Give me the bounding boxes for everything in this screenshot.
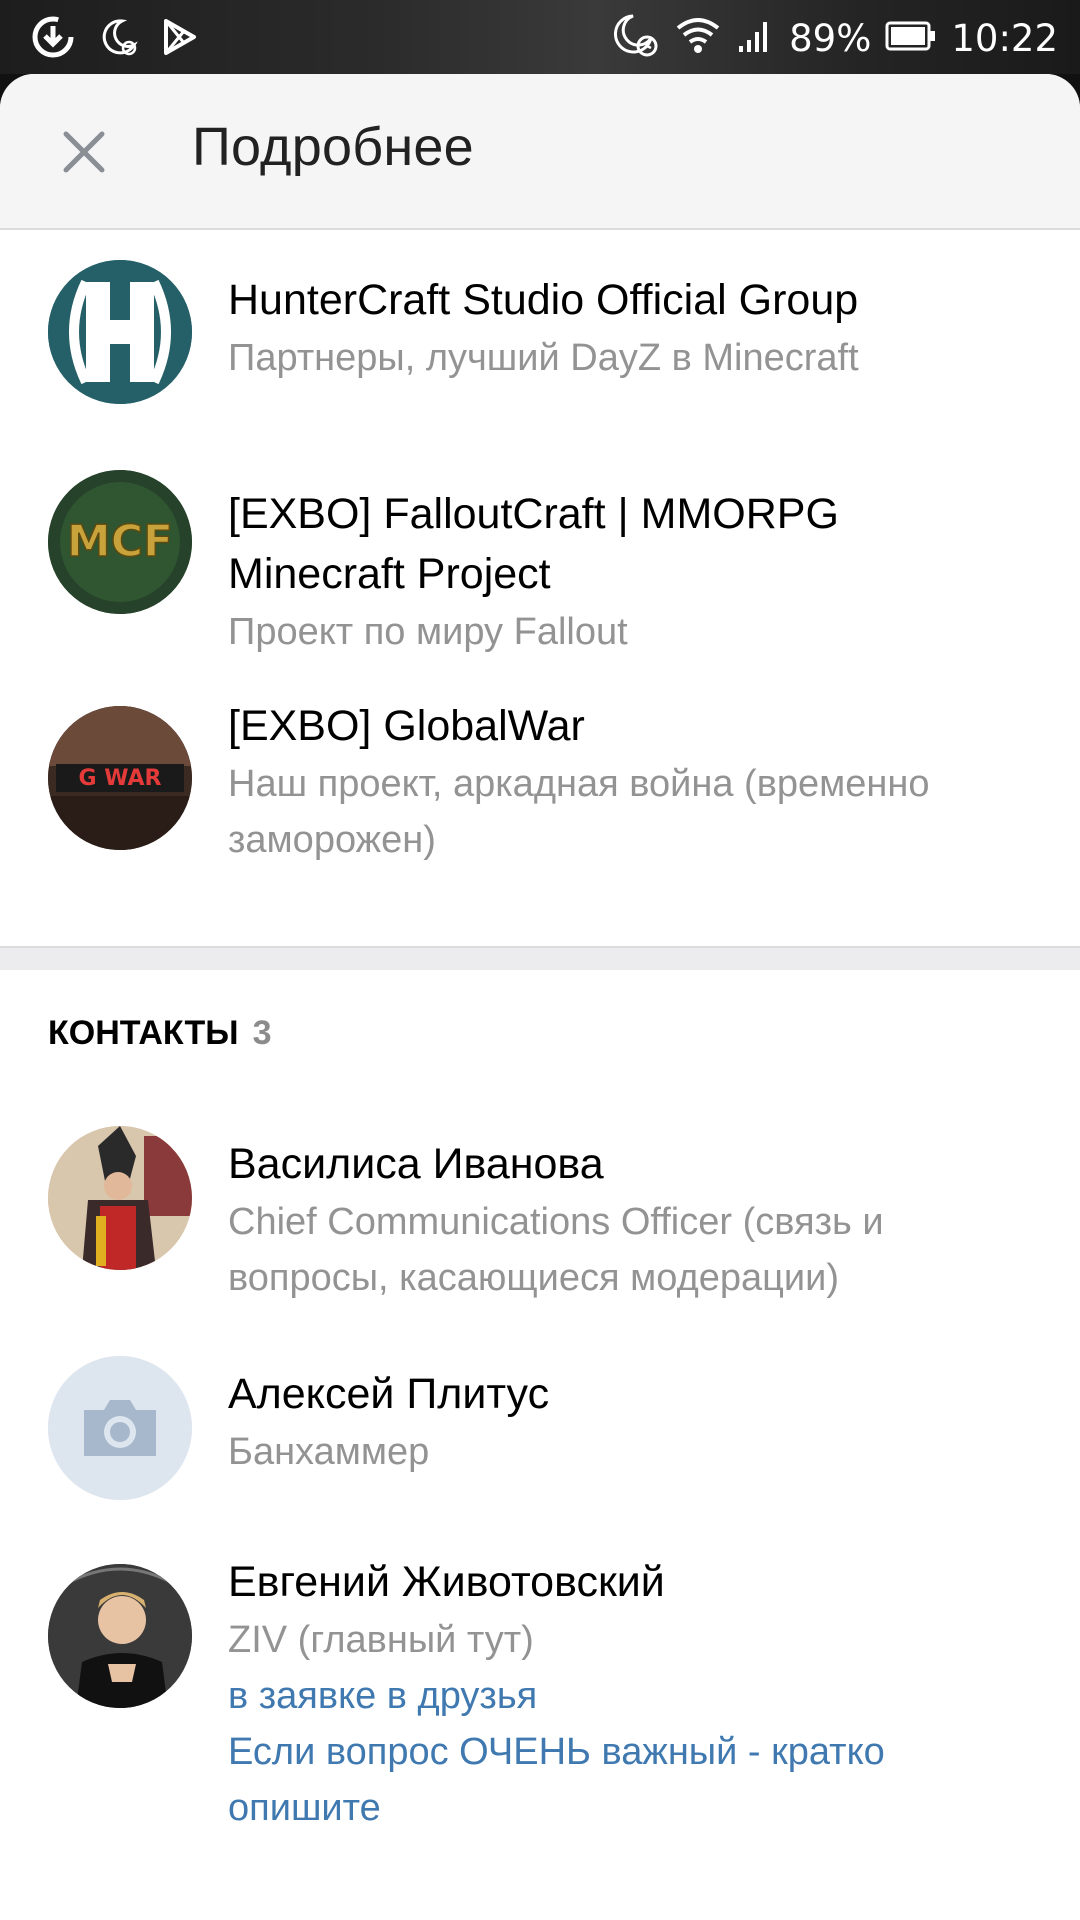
group-avatar: MCF	[48, 470, 192, 614]
contact-avatar	[48, 1126, 192, 1270]
play-store-icon	[160, 17, 200, 61]
group-item-falloutcraft[interactable]: MCF [EXBO] FalloutCraft | MMORPG Minecra…	[0, 454, 1080, 684]
group-title: [EXBO] GlobalWar	[228, 702, 585, 750]
battery-icon	[885, 20, 937, 56]
alarm-icon	[611, 12, 661, 64]
svg-text:G WAR: G WAR	[79, 766, 162, 791]
group-avatar	[48, 260, 192, 404]
night-mode-icon	[98, 17, 138, 61]
contact-name: Евгений Животовский	[228, 1558, 665, 1606]
contact-note-link-line1[interactable]: Если вопрос ОЧЕНЬ важный - кратко	[228, 1724, 1040, 1780]
group-avatar: G WAR	[48, 706, 192, 850]
contact-role-line2: вопросы, касающиеся модерации)	[228, 1257, 840, 1299]
group-subtitle: Проект по миру Fallout	[228, 611, 628, 653]
page-title: Подробнее	[192, 117, 474, 177]
group-subtitle-line2: заморожен)	[228, 819, 436, 861]
contacts-count: 3	[252, 1014, 272, 1052]
contact-avatar	[48, 1564, 192, 1708]
group-title-line2: Minecraft Project	[228, 550, 551, 598]
contact-role-line1: Chief Communications Officer (связь и	[228, 1201, 884, 1243]
close-icon[interactable]	[56, 124, 112, 180]
group-title-line1: [EXBO] FalloutCraft | MMORPG	[228, 490, 839, 538]
camera-icon	[48, 1356, 192, 1500]
signal-icon	[735, 16, 775, 60]
group-item-huntercraft[interactable]: HunterCraft Studio Official Group Партне…	[0, 230, 1080, 440]
friend-request-link[interactable]: в заявке в друзья	[228, 1668, 1040, 1724]
svg-text:MCF: MCF	[67, 516, 173, 567]
contact-item-aleksey[interactable]: Алексей Плитус Банхаммер	[0, 1334, 1080, 1534]
section-divider	[0, 946, 1080, 970]
details-sheet: Подробнее HunterCraft Studio Official Gr…	[0, 74, 1080, 1920]
download-icon	[30, 14, 76, 64]
sheet-header: Подробнее	[0, 74, 1080, 230]
contact-name: Алексей Плитус	[228, 1370, 550, 1418]
contact-note-link-line2[interactable]: опишите	[228, 1780, 1040, 1836]
wifi-icon	[675, 16, 721, 60]
group-subtitle-line1: Наш проект, аркадная война (временно	[228, 763, 930, 805]
contact-item-evgeniy[interactable]: Евгений Животовский ZIV (главный тут) в …	[0, 1544, 1080, 1864]
contacts-heading-label: КОНТАКТЫ	[48, 1014, 239, 1052]
contact-name: Василиса Иванова	[228, 1140, 604, 1188]
battery-percent: 89%	[789, 16, 872, 60]
contacts-heading: КОНТАКТЫ 3	[48, 1014, 272, 1053]
contact-avatar	[48, 1356, 192, 1500]
clock: 10:22	[951, 16, 1058, 60]
group-title: HunterCraft Studio Official Group	[228, 276, 859, 324]
contact-item-vasilisa[interactable]: Василиса Иванова Chief Communications Of…	[0, 1104, 1080, 1324]
contact-role: ZIV (главный тут)	[228, 1619, 534, 1661]
status-bar: 89% 10:22	[0, 0, 1080, 74]
group-subtitle: Партнеры, лучший DayZ в Minecraft	[228, 337, 859, 379]
contact-role: Банхаммер	[228, 1431, 430, 1473]
group-item-globalwar[interactable]: G WAR [EXBO] GlobalWar Наш проект, аркад…	[0, 694, 1080, 934]
